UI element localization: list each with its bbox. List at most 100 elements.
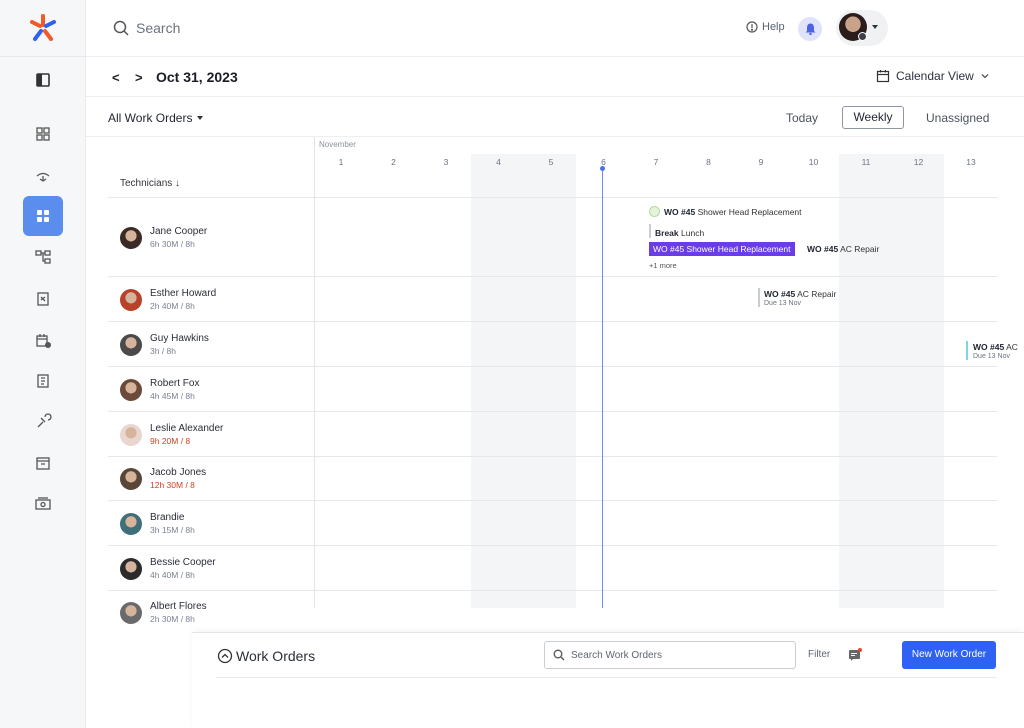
- collapse-panel-icon[interactable]: [217, 648, 233, 664]
- grid-row-divider: [315, 500, 997, 501]
- calendar-icon: [876, 70, 890, 83]
- technician-row[interactable]: Jane Cooper 6h 30M / 8h: [108, 197, 314, 276]
- assets-icon[interactable]: [23, 156, 63, 196]
- message-icon[interactable]: [848, 648, 862, 662]
- calendar-view-dropdown[interactable]: Calendar View: [876, 69, 990, 83]
- day-number: 10: [808, 157, 819, 167]
- technician-hours: 12h 30M / 8: [150, 480, 195, 490]
- technician-name: Jacob Jones: [150, 467, 207, 478]
- technician-name: Esther Howard: [150, 287, 217, 299]
- technician-name: Bessie Cooper: [150, 556, 216, 568]
- notifications-button[interactable]: [798, 17, 822, 41]
- work-orders-search-input[interactable]: Search Work Orders: [544, 641, 796, 669]
- technician-row[interactable]: Leslie Alexander 9h 20M / 8: [108, 411, 314, 456]
- avatar: [120, 512, 142, 535]
- invoice-icon[interactable]: [23, 361, 63, 401]
- technician-name: Guy Hawkins: [150, 332, 209, 344]
- day-number: 4: [496, 157, 501, 167]
- technician-name: Albert Flores: [150, 601, 207, 612]
- technician-name: Leslie Alexander: [150, 422, 224, 434]
- event-id: WO #45: [807, 244, 839, 254]
- unassigned-button[interactable]: Unassigned: [926, 111, 989, 125]
- technician-hours: 9h 20M / 8: [150, 435, 191, 446]
- grid-row-divider: [315, 590, 997, 591]
- today-button[interactable]: Today: [786, 111, 818, 125]
- event-id: WO #45: [973, 342, 1005, 352]
- technician-row[interactable]: Esther Howard 2h 40M / 8h: [108, 276, 314, 321]
- technicians-sort-header[interactable]: Technicians ↓: [120, 178, 180, 189]
- event-title: Lunch: [681, 228, 705, 238]
- avatar: [120, 378, 142, 401]
- user-status-indicator: [858, 32, 867, 41]
- technician-hours: 2h 40M / 8h: [150, 300, 195, 311]
- event-title: AC: [1006, 342, 1018, 352]
- calendar-grid: November 1 2 3 4 5 6 7 8 9 10 11 12 13 WO #45 Shower…: [314, 137, 997, 608]
- search-icon: [113, 20, 129, 36]
- weekly-view-button[interactable]: Weekly: [842, 106, 904, 129]
- new-work-order-button[interactable]: New Work Order: [902, 641, 996, 669]
- technician-row[interactable]: Bessie Cooper 4h 40M / 8h: [108, 545, 314, 590]
- collapse-sidebar-icon[interactable]: [23, 60, 63, 100]
- event-id: Break: [655, 228, 679, 238]
- filter-bar: All Work Orders Today Weekly Unassigned: [86, 97, 1024, 137]
- user-menu[interactable]: [836, 10, 888, 46]
- technician-icon[interactable]: [23, 402, 63, 442]
- work-order-event[interactable]: WO #45 Shower Head Replacement: [664, 207, 802, 217]
- avatar: [120, 226, 142, 249]
- day-number: 12: [913, 157, 924, 167]
- current-time-marker: [600, 166, 605, 171]
- grid-row-divider: [315, 276, 997, 277]
- work-order-status-icon: [649, 206, 660, 217]
- current-time-line: [602, 168, 603, 608]
- break-event[interactable]: Break Lunch: [655, 228, 704, 238]
- work-orders-filter-dropdown[interactable]: All Work Orders: [108, 111, 192, 125]
- selected-work-order-chip[interactable]: WO #45 Shower Head Replacement: [649, 242, 795, 256]
- technician-row[interactable]: Guy Hawkins 3h / 8h: [108, 321, 314, 366]
- technician-name: Jane Cooper: [150, 225, 208, 237]
- event-id: WO #45: [764, 289, 796, 299]
- technician-row[interactable]: Robert Fox 4h 45M / 8h: [108, 366, 314, 411]
- day-number: 11: [861, 157, 871, 167]
- weekend-column: [839, 154, 944, 608]
- help-label: Help: [762, 21, 785, 33]
- more-events-link[interactable]: +1 more: [649, 261, 677, 270]
- technician-row[interactable]: Albert Flores 2h 30M / 8h: [108, 590, 314, 634]
- work-order-event[interactable]: WO #45 AC: [973, 342, 1018, 352]
- day-number: 9: [758, 157, 764, 167]
- panel-divider: [216, 677, 996, 678]
- current-date: Oct 31, 2023: [156, 69, 238, 85]
- chevron-down-icon: [872, 25, 878, 29]
- event-bar: [966, 341, 968, 360]
- calendar-clock-icon[interactable]: [23, 321, 63, 361]
- dashboard-icon[interactable]: [23, 114, 63, 154]
- filter-button[interactable]: Filter: [808, 649, 830, 660]
- day-number: 5: [548, 157, 554, 167]
- technician-hours: 3h 15M / 8h: [150, 524, 195, 535]
- help-link[interactable]: Help: [746, 21, 785, 33]
- avatar: [120, 468, 142, 490]
- grid-row-divider: [315, 545, 997, 546]
- search-placeholder: Search Work Orders: [571, 650, 662, 661]
- scheduler-icon[interactable]: [23, 196, 63, 236]
- due-date: Due 13 Nov: [973, 353, 1010, 360]
- global-search-input[interactable]: Search: [136, 20, 180, 36]
- day-number: 8: [706, 157, 711, 167]
- day-number: 1: [338, 157, 344, 167]
- work-order-event[interactable]: WO #45 AC Repair: [807, 244, 879, 254]
- reports-icon[interactable]: [23, 279, 63, 319]
- workflow-icon[interactable]: [23, 237, 63, 277]
- work-order-event[interactable]: WO #45 AC Repair: [764, 289, 836, 299]
- grid-row-divider: [315, 366, 997, 367]
- event-title: AC Repair: [797, 289, 837, 299]
- payments-icon[interactable]: [23, 484, 63, 524]
- weekend-column: [471, 154, 576, 608]
- inventory-icon[interactable]: [23, 443, 63, 483]
- next-date-button[interactable]: >: [135, 70, 143, 85]
- technician-hours: 4h 45M / 8h: [150, 390, 195, 401]
- app-logo[interactable]: [27, 12, 59, 44]
- avatar: [120, 557, 142, 580]
- technician-row[interactable]: Brandie 3h 15M / 8h: [108, 500, 314, 545]
- avatar: [120, 333, 142, 356]
- technician-row[interactable]: Jacob Jones 12h 30M / 8: [108, 456, 314, 500]
- prev-date-button[interactable]: <: [112, 70, 120, 85]
